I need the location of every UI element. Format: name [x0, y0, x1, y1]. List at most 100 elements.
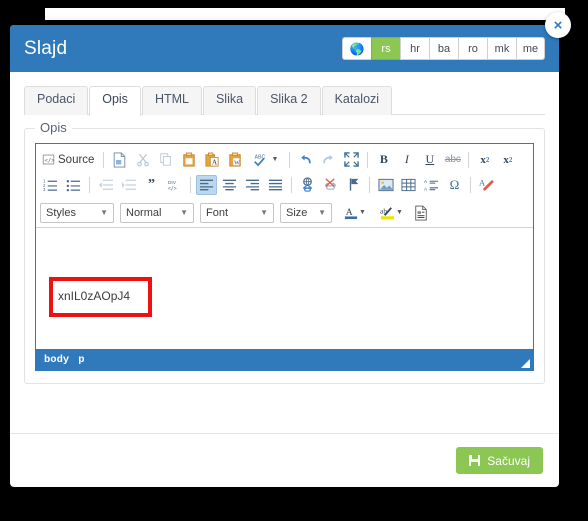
image-icon[interactable]: [375, 175, 396, 195]
indent-icon[interactable]: [118, 175, 139, 195]
source-label: Source: [58, 153, 95, 166]
table-icon[interactable]: [398, 175, 419, 195]
modal-title: Slajd: [24, 37, 68, 59]
close-icon[interactable]: ×: [545, 12, 571, 38]
tab-slika-2[interactable]: Slika 2: [257, 86, 321, 115]
outdent-icon[interactable]: [95, 175, 116, 195]
tab-bar: Podaci Opis HTML Slika Slika 2 Katalozi: [24, 86, 545, 116]
editor-resize-handle[interactable]: [521, 359, 530, 368]
tab-opis[interactable]: Opis: [89, 86, 141, 116]
text-color-icon[interactable]: A ▼: [338, 203, 372, 223]
numbered-list-icon[interactable]: 1 2 3: [40, 175, 61, 195]
styles-dropdown[interactable]: Styles ▼: [40, 202, 114, 223]
svg-text:3: 3: [43, 187, 46, 192]
justify-icon[interactable]: [265, 175, 286, 195]
editor-elements-path: body p: [36, 349, 533, 370]
size-dropdown-value: Size: [286, 206, 308, 219]
path-item-body[interactable]: body: [44, 354, 69, 366]
language-switcher: 🌎 rs hr ba ro mk me: [342, 37, 545, 60]
special-char-icon[interactable]: Ω: [444, 175, 465, 195]
svg-text:A: A: [212, 158, 217, 166]
save-button-label: Sačuvaj: [487, 453, 530, 468]
chevron-down-icon: ▼: [260, 208, 268, 217]
lang-button-rs[interactable]: rs: [371, 37, 400, 60]
horizontal-rule-icon[interactable]: A A: [421, 175, 442, 195]
screen: × Slajd 🌎 rs hr ba ro mk me Podaci Opis …: [0, 0, 588, 521]
toolbar-separator: [367, 151, 369, 168]
copy-icon[interactable]: [155, 150, 176, 170]
tab-katalozi[interactable]: Katalozi: [321, 86, 393, 115]
paste-text-icon[interactable]: A: [201, 150, 222, 170]
redo-icon[interactable]: [318, 150, 339, 170]
toolbar-row-3: Styles ▼ Normal ▼ Font ▼ Size ▼ A ▼ ab ▼: [40, 200, 529, 225]
chevron-down-icon: ▼: [395, 209, 403, 216]
tab-podaci[interactable]: Podaci: [24, 86, 89, 115]
svg-text:W: W: [234, 160, 240, 166]
modal-body: Podaci Opis HTML Slika Slika 2 Katalozi …: [10, 72, 559, 384]
unlink-icon[interactable]: [320, 175, 341, 195]
source-button[interactable]: </> Source: [40, 153, 98, 166]
align-center-icon[interactable]: [219, 175, 240, 195]
size-dropdown[interactable]: Size ▼: [280, 202, 332, 223]
modal-footer: Sačuvaj: [10, 433, 559, 487]
chevron-down-icon: ▼: [271, 156, 279, 163]
bold-icon[interactable]: B: [373, 150, 394, 170]
path-item-p[interactable]: p: [78, 354, 84, 366]
lang-button-me[interactable]: me: [516, 37, 545, 60]
superscript-icon[interactable]: x2: [497, 150, 518, 170]
paste-icon[interactable]: [178, 150, 199, 170]
undo-icon[interactable]: [295, 150, 316, 170]
cut-icon[interactable]: [132, 150, 153, 170]
paste-word-icon[interactable]: W: [224, 150, 245, 170]
align-left-icon[interactable]: [196, 174, 217, 195]
svg-text:</>: </>: [44, 158, 55, 164]
background-page-strip: [45, 8, 565, 20]
source-icon: </>: [42, 154, 55, 165]
save-button[interactable]: Sačuvaj: [456, 447, 543, 474]
tab-html[interactable]: HTML: [141, 86, 202, 115]
toolbar-separator: [369, 176, 370, 193]
subscript-n: 2: [485, 155, 490, 164]
toolbar-separator: [89, 176, 90, 193]
link-icon[interactable]: [297, 175, 318, 195]
globe-icon[interactable]: 🌎: [342, 37, 371, 60]
editor-content-text: xnIL0zAOpJ4: [58, 289, 131, 303]
bulleted-list-icon[interactable]: [63, 175, 84, 195]
opis-fieldset: Opis </> Source A W ABC ▼ B I U abc x 2 …: [24, 120, 545, 384]
lang-button-ro[interactable]: ro: [458, 37, 487, 60]
underline-icon[interactable]: U: [419, 150, 440, 170]
blockquote-icon[interactable]: ”: [141, 175, 162, 195]
templates-icon[interactable]: [411, 203, 432, 223]
subscript-icon[interactable]: x2: [474, 150, 495, 170]
rich-text-editor: </> Source A W ABC ▼ B I U abc x 2 x 2 1…: [35, 143, 534, 371]
strikethrough-icon[interactable]: abc: [442, 150, 463, 170]
font-dropdown[interactable]: Font ▼: [200, 202, 274, 223]
lang-button-mk[interactable]: mk: [487, 37, 516, 60]
editor-toolbar: </> Source A W ABC ▼ B I U abc x 2 x 2 1…: [36, 144, 533, 228]
styles-dropdown-value: Styles: [46, 206, 76, 219]
new-page-icon[interactable]: [109, 150, 130, 170]
maximize-icon[interactable]: [341, 150, 362, 170]
chevron-down-icon: ▼: [180, 208, 188, 217]
tab-slika[interactable]: Slika: [202, 86, 257, 115]
spellcheck-icon[interactable]: ABC ▼: [247, 150, 284, 170]
format-dropdown[interactable]: Normal ▼: [120, 202, 194, 223]
toolbar-separator: [291, 176, 292, 193]
svg-text:A: A: [424, 186, 428, 191]
background-color-icon[interactable]: ab ▼: [374, 203, 409, 223]
align-right-icon[interactable]: [242, 175, 263, 195]
format-dropdown-value: Normal: [126, 206, 162, 219]
modal-header: Slajd 🌎 rs hr ba ro mk me: [10, 25, 559, 72]
remove-format-icon[interactable]: A: [476, 175, 497, 195]
font-dropdown-value: Font: [206, 206, 229, 219]
toolbar-separator: [468, 151, 470, 168]
italic-icon[interactable]: I: [396, 150, 417, 170]
lang-button-ba[interactable]: ba: [429, 37, 458, 60]
svg-text:A: A: [479, 177, 486, 187]
globe-glyph: 🌎: [349, 41, 365, 56]
lang-button-hr[interactable]: hr: [400, 37, 429, 60]
div-container-icon[interactable]: DIV </>: [164, 175, 185, 195]
floppy-disk-icon: [469, 455, 481, 466]
svg-text:A: A: [424, 179, 428, 184]
anchor-icon[interactable]: [343, 175, 364, 195]
